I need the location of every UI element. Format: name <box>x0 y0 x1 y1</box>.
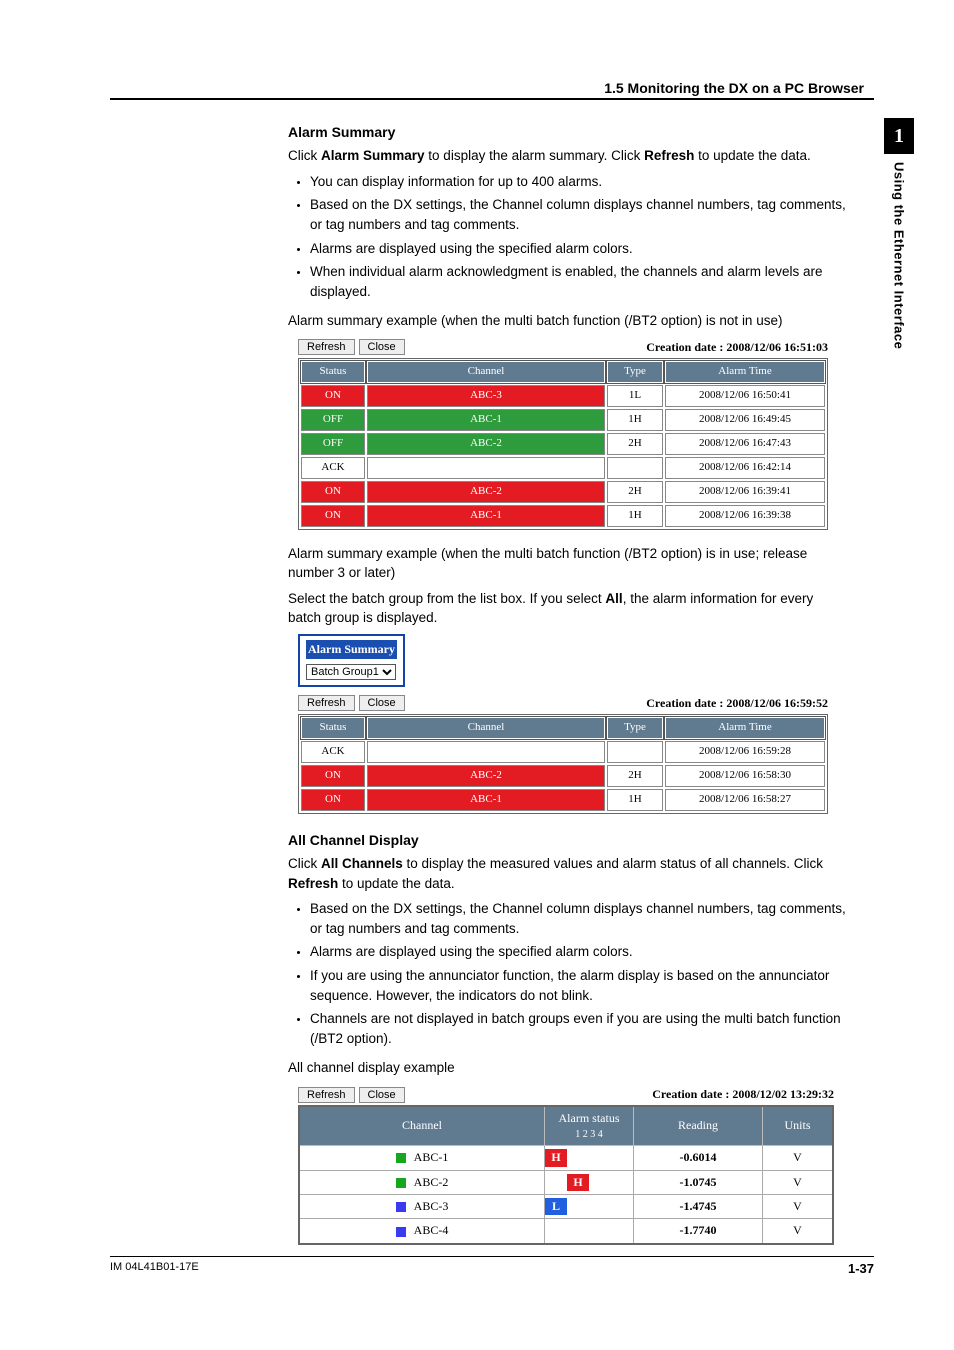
footer-doc-id: IM 04L41B01-17E <box>110 1261 199 1276</box>
batch-group-select[interactable]: Batch Group1 <box>306 664 396 680</box>
col-channel: Channel <box>367 717 605 739</box>
all-channel-intro: Click All Channels to display the measur… <box>288 854 848 893</box>
refresh-button[interactable]: Refresh <box>298 1087 355 1103</box>
col-channel: Channel <box>299 1106 545 1145</box>
page-footer: IM 04L41B01-17E 1-37 <box>110 1256 874 1276</box>
footer-page-number: 1-37 <box>848 1261 874 1276</box>
alarm-badge: L <box>545 1198 567 1215</box>
channel-color-icon <box>396 1153 406 1163</box>
alarm-summary-intro: Click Alarm Summary to display the alarm… <box>288 146 848 166</box>
close-button[interactable]: Close <box>359 339 405 355</box>
alarm-table-2: Status Channel Type Alarm Time ACK2008/1… <box>298 714 828 814</box>
chapter-tab: 1 Using the Ethernet Interface <box>884 118 914 349</box>
creation-date: Creation date : 2008/12/02 13:29:32 <box>652 1086 834 1103</box>
table-row: ONABC-22H2008/12/06 16:39:41 <box>301 481 825 503</box>
creation-date: Creation date : 2008/12/06 16:51:03 <box>646 339 828 356</box>
chapter-number: 1 <box>884 118 914 154</box>
toolbar: Refresh Close Creation date : 2008/12/02… <box>298 1086 834 1103</box>
main-content: Alarm Summary Click Alarm Summary to dis… <box>288 122 848 1245</box>
creation-date: Creation date : 2008/12/06 16:59:52 <box>646 695 828 712</box>
table-row: ABC-2 H -1.0745 V <box>299 1170 833 1194</box>
table-row: OFFABC-22H2008/12/06 16:47:43 <box>301 433 825 455</box>
list-item: Based on the DX settings, the Channel co… <box>310 899 848 938</box>
refresh-button[interactable]: Refresh <box>298 695 355 711</box>
all-channel-bullets: Based on the DX settings, the Channel co… <box>288 899 848 1048</box>
col-alarm-status: Alarm status1 2 3 4 <box>545 1106 634 1145</box>
refresh-button[interactable]: Refresh <box>298 339 355 355</box>
col-status: Status <box>301 717 365 739</box>
table-row: ONABC-22H2008/12/06 16:58:30 <box>301 765 825 787</box>
col-time: Alarm Time <box>665 361 825 383</box>
batch-selector-box: Alarm Summary Batch Group1 <box>298 634 405 687</box>
all-channel-table: Channel Alarm status1 2 3 4 Reading Unit… <box>298 1105 834 1244</box>
table-row: OFFABC-11H2008/12/06 16:49:45 <box>301 409 825 431</box>
list-item: Based on the DX settings, the Channel co… <box>310 195 848 234</box>
section-title: 1.5 Monitoring the DX on a PC Browser <box>604 80 864 96</box>
list-item: You can display information for up to 40… <box>310 172 848 192</box>
col-units: Units <box>763 1106 834 1145</box>
all-channel-example-caption: All channel display example <box>288 1058 848 1078</box>
col-type: Type <box>607 361 663 383</box>
all-channel-heading: All Channel Display <box>288 830 848 850</box>
alarm-badge: H <box>567 1174 589 1191</box>
close-button[interactable]: Close <box>359 695 405 711</box>
list-item: Alarms are displayed using the specified… <box>310 942 848 962</box>
toolbar: Refresh Close Creation date : 2008/12/06… <box>298 695 828 712</box>
example2-caption: Alarm summary example (when the multi ba… <box>288 544 848 583</box>
header-rule <box>110 98 874 100</box>
close-button[interactable]: Close <box>359 1087 405 1103</box>
list-item: Alarms are displayed using the specified… <box>310 239 848 259</box>
example1-caption: Alarm summary example (when the multi ba… <box>288 311 848 331</box>
example2-text: Select the batch group from the list box… <box>288 589 848 628</box>
table-row: ABC-4 -1.7740 V <box>299 1219 833 1244</box>
col-reading: Reading <box>634 1106 763 1145</box>
channel-color-icon <box>396 1178 406 1188</box>
channel-color-icon <box>396 1202 406 1212</box>
col-channel: Channel <box>367 361 605 383</box>
alarm-badge: H <box>545 1149 567 1166</box>
col-status: Status <box>301 361 365 383</box>
table-row: ACK2008/12/06 16:59:28 <box>301 741 825 763</box>
table-row: ABC-1 H -0.6014 V <box>299 1146 833 1170</box>
table-row: ONABC-31L2008/12/06 16:50:41 <box>301 385 825 407</box>
list-item: When individual alarm acknowledgment is … <box>310 262 848 301</box>
chapter-title: Using the Ethernet Interface <box>892 162 907 349</box>
table-row: ACK2008/12/06 16:42:14 <box>301 457 825 479</box>
channel-color-icon <box>396 1227 406 1237</box>
alarm-summary-bullets: You can display information for up to 40… <box>288 172 848 301</box>
table-row: ABC-3 L -1.4745 V <box>299 1194 833 1218</box>
selector-title: Alarm Summary <box>306 640 397 659</box>
list-item: If you are using the annunciator functio… <box>310 966 848 1005</box>
alarm-table-1: Status Channel Type Alarm Time ONABC-31L… <box>298 358 828 530</box>
col-time: Alarm Time <box>665 717 825 739</box>
table-row: ONABC-11H2008/12/06 16:39:38 <box>301 505 825 527</box>
alarm-summary-heading: Alarm Summary <box>288 122 848 142</box>
toolbar: Refresh Close Creation date : 2008/12/06… <box>298 339 828 356</box>
list-item: Channels are not displayed in batch grou… <box>310 1009 848 1048</box>
table-row: ONABC-11H2008/12/06 16:58:27 <box>301 789 825 811</box>
col-type: Type <box>607 717 663 739</box>
